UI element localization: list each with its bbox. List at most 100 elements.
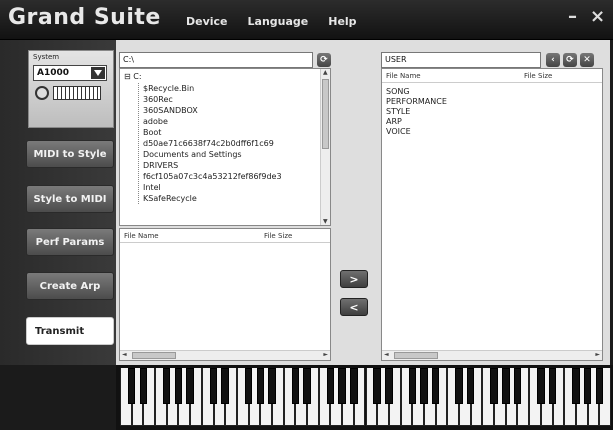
device-delete-button[interactable]: ✕: [580, 53, 594, 67]
tree-item[interactable]: DRIVERS: [139, 160, 320, 171]
piano-black-key[interactable]: [139, 368, 148, 404]
piano-black-key[interactable]: [385, 368, 393, 404]
piano-black-key[interactable]: [466, 368, 475, 404]
device-list-header: File Name File Size: [382, 69, 602, 83]
tree-item[interactable]: f6cf105a07c3c4a53212fef86f9de3: [139, 171, 320, 182]
piano-black-key[interactable]: [595, 368, 604, 404]
nav-style-to-midi-button[interactable]: Style to MIDI: [26, 185, 114, 213]
tree-item[interactable]: Boot: [139, 127, 320, 138]
scroll-right-icon[interactable]: ►: [323, 351, 328, 358]
piano-black-key[interactable]: [256, 368, 264, 404]
piano-black-key[interactable]: [420, 368, 428, 404]
transfer-right-button[interactable]: >: [340, 270, 368, 288]
piano-black-key[interactable]: [502, 368, 510, 404]
column-file-name[interactable]: File Name: [386, 72, 421, 80]
piano-black-key[interactable]: [326, 368, 335, 404]
system-box: System A1000: [28, 50, 114, 128]
title-bar: Grand Suite Device Language Help – ×: [0, 0, 613, 40]
piano-black-key[interactable]: [455, 368, 463, 404]
local-list-header: File Name File Size: [120, 229, 330, 243]
piano-keys: [120, 368, 611, 426]
scroll-thumb[interactable]: [322, 79, 329, 149]
piano-black-key[interactable]: [548, 368, 557, 404]
piano-black-key[interactable]: [303, 368, 311, 404]
piano-black-key[interactable]: [163, 368, 171, 404]
tree-item[interactable]: Intel: [139, 182, 320, 193]
scroll-right-icon[interactable]: ►: [595, 351, 600, 358]
minimize-button[interactable]: –: [568, 6, 577, 27]
piano-black-key[interactable]: [174, 368, 183, 404]
nav-midi-to-style-button[interactable]: MIDI to Style: [26, 140, 114, 168]
transfer-left-button[interactable]: <: [340, 298, 368, 316]
tree-root-drive[interactable]: ⊟ C:: [124, 72, 142, 81]
nav-create-arp-button[interactable]: Create Arp: [26, 272, 114, 300]
scroll-left-icon[interactable]: ◄: [122, 351, 127, 358]
menu-bar: Device Language Help: [186, 15, 357, 28]
local-refresh-button[interactable]: ⟳: [317, 53, 331, 67]
device-path-input[interactable]: USER: [381, 52, 541, 68]
chevron-right-icon: >: [349, 272, 359, 286]
sidebar: System A1000 MIDI to Style Style to MIDI…: [0, 40, 116, 365]
list-item[interactable]: VOICE: [386, 127, 447, 137]
piano-black-key[interactable]: [350, 368, 358, 404]
scroll-left-icon[interactable]: ◄: [384, 351, 389, 358]
scroll-thumb[interactable]: [132, 352, 176, 359]
menu-device[interactable]: Device: [186, 15, 228, 28]
device-horizontal-scrollbar[interactable]: ◄ ►: [382, 350, 602, 360]
model-select[interactable]: A1000: [33, 65, 107, 81]
piano-black-key[interactable]: [583, 368, 592, 404]
piano-black-key[interactable]: [408, 368, 416, 404]
list-item[interactable]: PERFORMANCE: [386, 97, 447, 107]
piano-black-key[interactable]: [209, 368, 218, 404]
list-item[interactable]: STYLE: [386, 107, 447, 117]
tree-item[interactable]: KSafeRecycle: [139, 193, 320, 204]
chevron-left-icon: <: [349, 300, 359, 314]
local-file-list: File Name File Size ◄ ►: [119, 228, 331, 361]
tree-item[interactable]: 360Rec: [139, 94, 320, 105]
tree-item[interactable]: 360SANDBOX: [139, 105, 320, 116]
close-button[interactable]: ×: [590, 6, 605, 27]
local-horizontal-scrollbar[interactable]: ◄ ►: [120, 350, 330, 360]
refresh-icon: ⟳: [566, 55, 574, 65]
device-refresh-button[interactable]: ⟳: [563, 53, 577, 67]
piano-black-key[interactable]: [291, 368, 300, 404]
scroll-thumb[interactable]: [394, 352, 438, 359]
menu-language[interactable]: Language: [248, 15, 309, 28]
piano-black-key[interactable]: [186, 368, 194, 404]
list-item[interactable]: ARP: [386, 117, 447, 127]
chevron-down-icon[interactable]: [91, 67, 105, 79]
tree-item[interactable]: Documents and Settings: [139, 149, 320, 160]
tree-item[interactable]: $Recycle.Bin: [139, 83, 320, 94]
piano-black-key[interactable]: [268, 368, 276, 404]
list-item[interactable]: SONG: [386, 87, 447, 97]
main-panel: C:\ ⟳ ⊟ C: $Recycle.Bin 360Rec 360SANDBO…: [116, 40, 610, 365]
piano-black-key[interactable]: [221, 368, 229, 404]
piano-black-key[interactable]: [431, 368, 440, 404]
piano-black-key[interactable]: [572, 368, 580, 404]
piano-black-key[interactable]: [490, 368, 498, 404]
nav-perf-params-button[interactable]: Perf Params: [26, 228, 114, 256]
piano-black-key[interactable]: [338, 368, 346, 404]
column-file-size[interactable]: File Size: [264, 232, 292, 240]
column-file-size[interactable]: File Size: [524, 72, 552, 80]
piano-black-key[interactable]: [513, 368, 522, 404]
app-window: Grand Suite Device Language Help – × Sys…: [0, 0, 613, 430]
column-file-name[interactable]: File Name: [124, 232, 159, 240]
nav-transmit-button[interactable]: Transmit: [26, 317, 114, 345]
menu-help[interactable]: Help: [328, 15, 356, 28]
piano-black-key[interactable]: [537, 368, 545, 404]
connection-icon[interactable]: [35, 86, 49, 100]
piano-black-key[interactable]: [127, 368, 136, 404]
tree-item[interactable]: adobe: [139, 116, 320, 127]
device-file-list: File Name File Size SONG PERFORMANCE STY…: [381, 68, 603, 361]
app-title: Grand Suite: [8, 5, 161, 30]
tree-vertical-scrollbar[interactable]: ▲ ▼: [320, 69, 330, 225]
device-back-button[interactable]: ‹: [546, 53, 560, 67]
scroll-down-icon[interactable]: ▼: [323, 218, 328, 225]
tree-item[interactable]: d50ae71c6638f74c2b0dff6f1c69: [139, 138, 320, 149]
scroll-up-icon[interactable]: ▲: [323, 69, 328, 76]
piano-black-key[interactable]: [244, 368, 253, 404]
keyboard-device-icon[interactable]: [53, 86, 101, 100]
local-path-input[interactable]: C:\: [119, 52, 313, 68]
piano-black-key[interactable]: [373, 368, 381, 404]
